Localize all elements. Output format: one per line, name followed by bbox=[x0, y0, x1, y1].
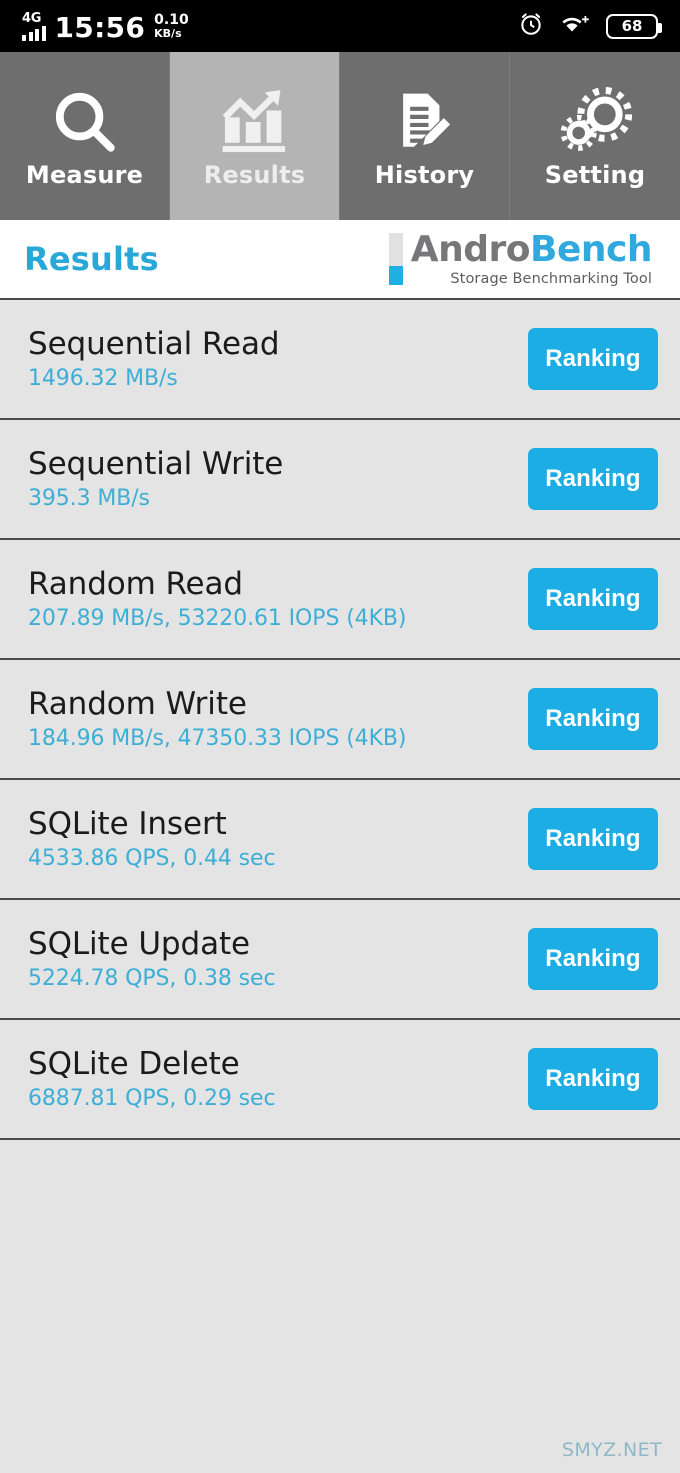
row-text-group: Random Read 207.89 MB/s, 53220.61 IOPS (… bbox=[28, 568, 406, 631]
ranking-button[interactable]: Ranking bbox=[528, 328, 658, 390]
benchmark-name: Sequential Write bbox=[28, 445, 284, 482]
tab-history[interactable]: History bbox=[340, 52, 510, 220]
tab-setting[interactable]: Setting bbox=[510, 52, 680, 220]
tab-results[interactable]: Results bbox=[170, 52, 340, 220]
list-empty-space bbox=[0, 1138, 680, 1140]
battery-indicator: 68 bbox=[606, 13, 662, 39]
data-speed-indicator: 0.10 KB/s bbox=[154, 13, 189, 39]
benchmark-name: SQLite Insert bbox=[28, 805, 227, 842]
row-text-group: SQLite Insert 4533.86 QPS, 0.44 sec bbox=[28, 805, 276, 872]
page-header: Results AndroBench Storage Benchmarking … bbox=[0, 220, 680, 298]
data-speed-unit: KB/s bbox=[154, 26, 182, 40]
tab-history-label: History bbox=[374, 161, 475, 189]
benchmark-name: SQLite Update bbox=[28, 925, 251, 962]
benchmark-name: Random Write bbox=[28, 685, 247, 722]
table-row[interactable]: SQLite Update 5224.78 QPS, 0.38 sec Rank… bbox=[0, 898, 680, 1018]
tab-measure-label: Measure bbox=[25, 161, 144, 189]
phone-screen: 4G 15:56 0.10 KB/s 68 Measure Results Hi… bbox=[0, 0, 680, 1473]
row-text-group: SQLite Update 5224.78 QPS, 0.38 sec bbox=[28, 925, 276, 992]
document-pencil-icon bbox=[390, 85, 460, 159]
wifi-plus-icon bbox=[560, 12, 590, 40]
gears-icon bbox=[558, 85, 632, 159]
table-row[interactable]: Sequential Read 1496.32 MB/s Ranking bbox=[0, 298, 680, 418]
bar-chart-trend-icon bbox=[218, 85, 292, 159]
tab-results-label: Results bbox=[203, 161, 306, 189]
benchmark-name: Random Read bbox=[28, 565, 243, 602]
status-bar-right: 68 bbox=[518, 11, 662, 41]
logo-tagline: Storage Benchmarking Tool bbox=[450, 270, 652, 287]
benchmark-value: 207.89 MB/s, 53220.61 IOPS (4KB) bbox=[28, 606, 407, 632]
alarm-clock-icon bbox=[518, 11, 544, 41]
ranking-button[interactable]: Ranking bbox=[528, 688, 658, 750]
ranking-button[interactable]: Ranking bbox=[528, 808, 658, 870]
ranking-button[interactable]: Ranking bbox=[528, 928, 658, 990]
logo-wordmark: AndroBench bbox=[410, 228, 653, 270]
benchmark-value: 4533.86 QPS, 0.44 sec bbox=[28, 846, 276, 872]
benchmark-name: SQLite Delete bbox=[28, 1045, 240, 1082]
signal-bars-icon bbox=[22, 25, 46, 41]
data-speed-value: 0.10 bbox=[154, 12, 189, 29]
battery-level-label: 68 bbox=[621, 17, 643, 35]
watermark-label: SMYZ.NET bbox=[561, 1439, 662, 1461]
tab-setting-label: Setting bbox=[544, 161, 646, 189]
status-bar-clock: 15:56 bbox=[54, 10, 146, 44]
table-row[interactable]: SQLite Insert 4533.86 QPS, 0.44 sec Rank… bbox=[0, 778, 680, 898]
row-text-group: Sequential Write 395.3 MB/s bbox=[28, 448, 283, 511]
row-text-group: Random Write 184.96 MB/s, 47350.33 IOPS … bbox=[28, 688, 406, 751]
ranking-button[interactable]: Ranking bbox=[528, 1048, 658, 1110]
magnifier-icon bbox=[49, 85, 121, 159]
tab-measure[interactable]: Measure bbox=[0, 52, 170, 220]
logo-text: AndroBench Storage Benchmarking Tool bbox=[410, 228, 653, 287]
table-row[interactable]: Sequential Write 395.3 MB/s Ranking bbox=[0, 418, 680, 538]
logo-bar-mark bbox=[388, 233, 403, 285]
page-title: Results bbox=[24, 240, 159, 278]
benchmark-value: 6887.81 QPS, 0.29 sec bbox=[28, 1086, 276, 1112]
benchmark-value: 184.96 MB/s, 47350.33 IOPS (4KB) bbox=[28, 726, 407, 752]
benchmark-value: 395.3 MB/s bbox=[28, 486, 150, 512]
benchmark-value: 5224.78 QPS, 0.38 sec bbox=[28, 966, 276, 992]
network-indicator: 4G bbox=[22, 12, 46, 41]
status-bar: 4G 15:56 0.10 KB/s 68 bbox=[0, 0, 680, 52]
status-bar-left: 4G 15:56 0.10 KB/s bbox=[22, 12, 189, 41]
ranking-button[interactable]: Ranking bbox=[528, 568, 658, 630]
benchmark-name: Sequential Read bbox=[28, 325, 280, 362]
benchmark-value: 1496.32 MB/s bbox=[28, 366, 178, 392]
ranking-button[interactable]: Ranking bbox=[528, 448, 658, 510]
results-list: Sequential Read 1496.32 MB/s Ranking Seq… bbox=[0, 298, 680, 1473]
table-row[interactable]: SQLite Delete 6887.81 QPS, 0.29 sec Rank… bbox=[0, 1018, 680, 1138]
row-text-group: Sequential Read 1496.32 MB/s bbox=[28, 325, 280, 392]
logo-word-andro: Andro bbox=[410, 228, 531, 270]
androbench-logo: AndroBench Storage Benchmarking Tool bbox=[388, 228, 656, 287]
table-row[interactable]: Random Write 184.96 MB/s, 47350.33 IOPS … bbox=[0, 658, 680, 778]
main-tab-bar: Measure Results History Setting bbox=[0, 52, 680, 220]
logo-word-bench: Bench bbox=[530, 228, 652, 270]
network-type-label: 4G bbox=[22, 10, 42, 26]
table-row[interactable]: Random Read 207.89 MB/s, 53220.61 IOPS (… bbox=[0, 538, 680, 658]
row-text-group: SQLite Delete 6887.81 QPS, 0.29 sec bbox=[28, 1045, 276, 1112]
